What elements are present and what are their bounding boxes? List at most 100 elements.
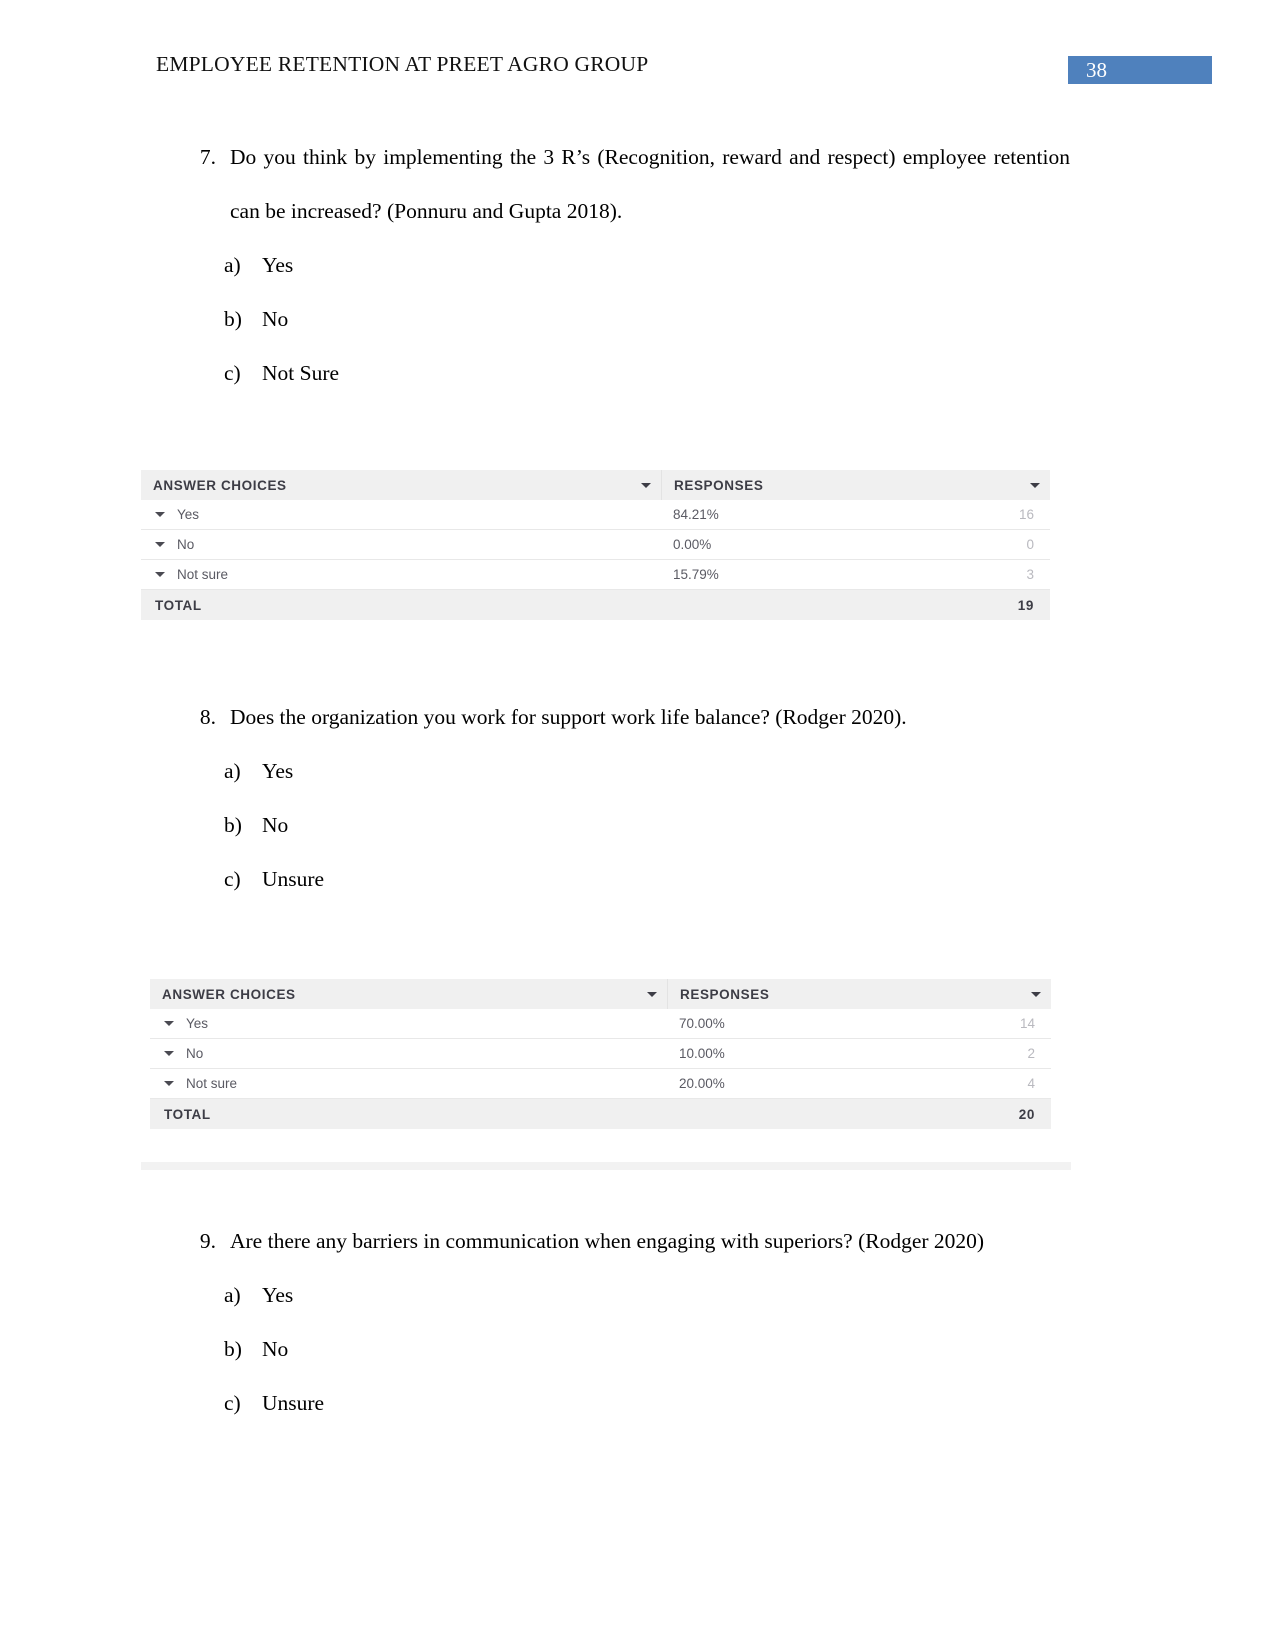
response-percent-cell: 0.00%: [673, 537, 712, 552]
column-header-responses[interactable]: RESPONSES: [661, 470, 1050, 500]
chevron-down-icon[interactable]: [155, 542, 165, 547]
option-label: a): [224, 759, 241, 783]
option-text: Unsure: [262, 867, 325, 891]
question-8-number: 8.: [199, 705, 216, 729]
option-label: a): [224, 1283, 241, 1307]
total-label: TOTAL: [164, 1106, 211, 1122]
question-7-option-b: b) No: [48, 292, 1275, 346]
answer-choice-cell: Not sure: [150, 1076, 667, 1091]
response-count-cell: 0: [1026, 537, 1034, 552]
document-page: EMPLOYEE RETENTION AT PREET AGRO GROUP 3…: [0, 0, 1275, 1651]
chevron-down-icon[interactable]: [164, 1021, 174, 1026]
answer-choices-label: ANSWER CHOICES: [153, 477, 287, 493]
response-percent-cell: 15.79%: [673, 567, 719, 582]
option-text: No: [262, 1337, 289, 1361]
response-percent-cell: 84.21%: [673, 507, 719, 522]
page-number-badge: 38: [1068, 56, 1212, 84]
page-header: EMPLOYEE RETENTION AT PREET AGRO GROUP 3…: [0, 52, 1275, 92]
question-7-text: Do you think by implementing the 3 R’s (…: [230, 145, 1070, 223]
response-count-cell: 3: [1026, 567, 1034, 582]
table-header-row: ANSWER CHOICES RESPONSES: [141, 470, 1050, 500]
chevron-down-icon[interactable]: [1030, 482, 1040, 488]
response-percent-cell: 10.00%: [679, 1046, 725, 1061]
answer-choice-label: No: [177, 537, 195, 552]
question-7-heading: 7. Do you think by implementing the 3 R’…: [0, 130, 1275, 238]
total-value: 20: [1018, 1106, 1035, 1122]
table-total-row: TOTAL 19: [141, 590, 1050, 620]
option-text: No: [262, 813, 289, 837]
answer-choice-label: Yes: [177, 507, 200, 522]
chevron-down-icon[interactable]: [164, 1051, 174, 1056]
response-count-cell: 16: [1018, 507, 1034, 522]
question-9-text: Are there any barriers in communication …: [230, 1229, 985, 1253]
question-8-option-c: c) Unsure: [48, 852, 1275, 906]
response-count-cell: 4: [1027, 1076, 1035, 1091]
total-label: TOTAL: [155, 597, 202, 613]
option-text: Yes: [262, 759, 294, 783]
answer-choice-label: Not sure: [186, 1076, 238, 1091]
answer-choice-label: No: [186, 1046, 204, 1061]
question-block-7: 7. Do you think by implementing the 3 R’…: [0, 130, 1275, 400]
table-total-row: TOTAL 20: [150, 1099, 1051, 1129]
question-9-number: 9.: [199, 1229, 216, 1253]
column-header-responses[interactable]: RESPONSES: [667, 979, 1051, 1009]
chevron-down-icon[interactable]: [641, 482, 651, 488]
survey-results-table-8: ANSWER CHOICES RESPONSES Yes 70.00% 14 N…: [150, 979, 1051, 1129]
answer-choice-cell: Yes: [141, 507, 661, 522]
table-row: No 10.00% 2: [150, 1039, 1051, 1069]
table-row: Not sure 20.00% 4: [150, 1069, 1051, 1099]
option-text: Yes: [262, 1283, 294, 1307]
response-percent-cell: 70.00%: [679, 1016, 725, 1031]
chevron-down-icon[interactable]: [155, 512, 165, 517]
column-header-answer-choices[interactable]: ANSWER CHOICES: [150, 979, 667, 1009]
question-9-option-a: a) Yes: [48, 1268, 1275, 1322]
table-row: Yes 70.00% 14: [150, 1009, 1051, 1039]
response-count-cell: 14: [1019, 1016, 1035, 1031]
question-block-8: 8. Does the organization you work for su…: [0, 690, 1275, 906]
table-row: No 0.00% 0: [141, 530, 1050, 560]
question-8-option-a: a) Yes: [48, 744, 1275, 798]
option-text: Yes: [262, 253, 294, 277]
answer-choice-label: Yes: [186, 1016, 209, 1031]
answer-choices-label: ANSWER CHOICES: [162, 986, 296, 1002]
responses-label: RESPONSES: [674, 477, 764, 493]
total-value: 19: [1017, 597, 1034, 613]
response-count-cell: 2: [1027, 1046, 1035, 1061]
responses-label: RESPONSES: [680, 986, 770, 1002]
column-header-answer-choices[interactable]: ANSWER CHOICES: [141, 470, 661, 500]
answer-choice-cell: Not sure: [141, 567, 661, 582]
option-text: Not Sure: [262, 361, 340, 385]
table-row: Yes 84.21% 16: [141, 500, 1050, 530]
question-7-option-a: a) Yes: [48, 238, 1275, 292]
chevron-down-icon[interactable]: [155, 572, 165, 577]
survey-results-table-7: ANSWER CHOICES RESPONSES Yes 84.21% 16 N…: [141, 470, 1050, 620]
header-title: EMPLOYEE RETENTION AT PREET AGRO GROUP: [156, 52, 649, 76]
chevron-down-icon[interactable]: [647, 991, 657, 997]
option-label: b): [224, 307, 242, 331]
chevron-down-icon[interactable]: [164, 1081, 174, 1086]
option-label: a): [224, 253, 241, 277]
question-8-heading: 8. Does the organization you work for su…: [0, 690, 1275, 744]
answer-choice-label: Not sure: [177, 567, 229, 582]
table-header-row: ANSWER CHOICES RESPONSES: [150, 979, 1051, 1009]
question-7-option-c: c) Not Sure: [48, 346, 1275, 400]
question-7-number: 7.: [199, 145, 216, 169]
answer-choice-cell: No: [150, 1046, 667, 1061]
option-label: b): [224, 813, 242, 837]
question-9-option-b: b) No: [48, 1322, 1275, 1376]
option-label: c): [224, 1391, 241, 1415]
answer-choice-cell: Yes: [150, 1016, 667, 1031]
section-divider: [141, 1162, 1071, 1170]
question-9-heading: 9. Are there any barriers in communicati…: [0, 1214, 1275, 1268]
option-text: Unsure: [262, 1391, 325, 1415]
table-row: Not sure 15.79% 3: [141, 560, 1050, 590]
option-label: b): [224, 1337, 242, 1361]
option-text: No: [262, 307, 289, 331]
response-percent-cell: 20.00%: [679, 1076, 725, 1091]
chevron-down-icon[interactable]: [1031, 991, 1041, 997]
option-label: c): [224, 867, 241, 891]
question-8-text: Does the organization you work for suppo…: [230, 705, 907, 729]
option-label: c): [224, 361, 241, 385]
question-block-9: 9. Are there any barriers in communicati…: [0, 1214, 1275, 1430]
answer-choice-cell: No: [141, 537, 661, 552]
